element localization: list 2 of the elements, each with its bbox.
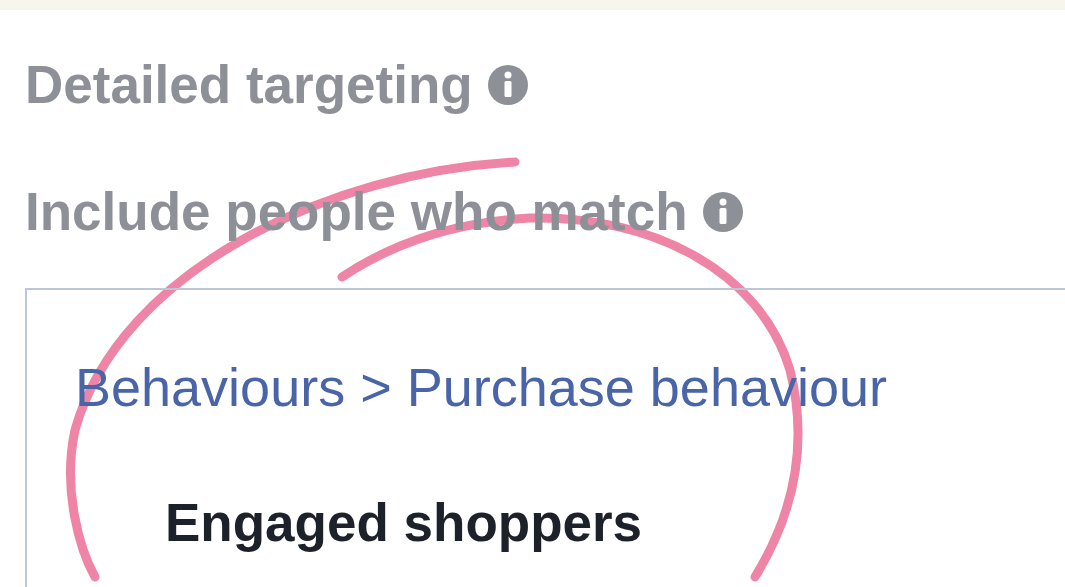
info-icon[interactable] — [486, 63, 529, 106]
info-icon[interactable] — [701, 190, 744, 233]
